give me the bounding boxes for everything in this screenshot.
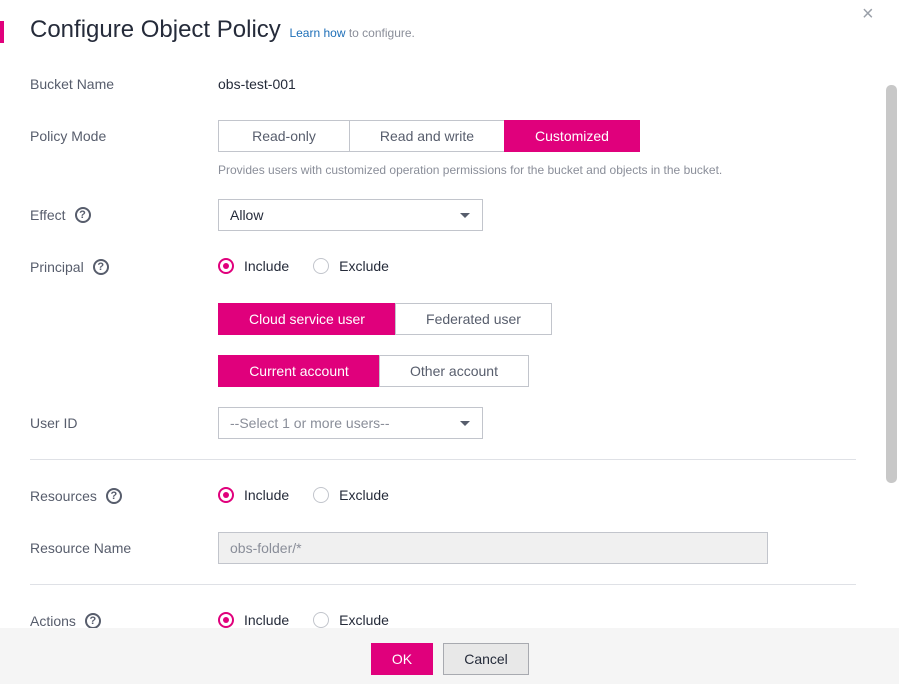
learn-how-link[interactable]: Learn how [289, 26, 345, 40]
resources-include-radio[interactable]: Include [218, 487, 289, 503]
help-circle-icon[interactable]: ? [74, 207, 91, 223]
effect-label: Effect ? [30, 207, 91, 223]
close-icon[interactable]: × [862, 3, 874, 25]
radio-unchecked-icon [313, 487, 330, 503]
help-circle-icon[interactable]: ? [84, 613, 101, 629]
principal-label-text: Principal [30, 259, 84, 275]
actions-include-radio[interactable]: Include [218, 612, 289, 628]
help-circle-icon[interactable]: ? [92, 259, 109, 275]
dialog-title-row: Configure Object Policy Learn how to con… [30, 16, 415, 44]
current-account-option[interactable]: Current account [218, 355, 380, 387]
radio-unchecked-icon [313, 258, 330, 274]
effect-label-text: Effect [30, 207, 66, 223]
resources-exclude-label: Exclude [339, 487, 389, 503]
policy-mode-selector: Read-only Read and write Customized [218, 120, 640, 152]
policy-mode-read-write[interactable]: Read and write [349, 120, 505, 152]
resources-radio-group: Include Exclude [218, 487, 413, 503]
ok-button[interactable]: OK [371, 643, 433, 675]
title-accent-bar [0, 21, 4, 43]
cancel-button[interactable]: Cancel [443, 643, 529, 675]
principal-label: Principal ? [30, 259, 109, 275]
actions-exclude-label: Exclude [339, 612, 389, 628]
effect-select-value: Allow [230, 207, 264, 223]
effect-select[interactable]: Allow [218, 199, 483, 231]
radio-unchecked-icon [313, 612, 330, 628]
bucket-name-label: Bucket Name [30, 76, 115, 92]
principal-radio-group: Include Exclude [218, 258, 413, 274]
resources-exclude-radio[interactable]: Exclude [313, 487, 389, 503]
policy-mode-read-only[interactable]: Read-only [218, 120, 350, 152]
actions-label: Actions ? [30, 613, 101, 629]
chevron-down-icon [460, 213, 470, 218]
radio-checked-icon [218, 487, 234, 503]
principal-exclude-radio[interactable]: Exclude [313, 258, 389, 274]
resource-name-input: obs-folder/* [218, 532, 768, 564]
chevron-down-icon [460, 421, 470, 426]
page-title: Configure Object Policy [30, 16, 281, 43]
resource-name-label: Resource Name [30, 540, 132, 556]
section-divider [30, 459, 856, 460]
user-id-select[interactable]: --Select 1 or more users-- [218, 407, 483, 439]
resources-label: Resources ? [30, 488, 122, 504]
scrollbar-thumb[interactable] [886, 85, 897, 483]
policy-mode-hint: Provides users with customized operation… [218, 163, 723, 177]
principal-include-radio[interactable]: Include [218, 258, 289, 274]
policy-mode-label: Policy Mode [30, 128, 107, 144]
user-id-label: User ID [30, 415, 78, 431]
resources-include-label: Include [244, 487, 290, 503]
federated-user-option[interactable]: Federated user [395, 303, 552, 335]
help-circle-icon[interactable]: ? [105, 488, 122, 504]
other-account-option[interactable]: Other account [379, 355, 529, 387]
user-type-selector: Cloud service user Federated user [218, 303, 552, 335]
cloud-service-user-option[interactable]: Cloud service user [218, 303, 396, 335]
learn-how-suffix: to configure. [345, 26, 415, 40]
actions-label-text: Actions [30, 613, 76, 629]
account-selector: Current account Other account [218, 355, 529, 387]
radio-checked-icon [218, 258, 234, 274]
section-divider [30, 584, 856, 585]
principal-include-label: Include [244, 258, 290, 274]
policy-mode-customized[interactable]: Customized [504, 120, 640, 152]
actions-include-label: Include [244, 612, 290, 628]
radio-checked-icon [218, 612, 234, 628]
actions-radio-group: Include Exclude [218, 612, 413, 628]
actions-exclude-radio[interactable]: Exclude [313, 612, 389, 628]
principal-exclude-label: Exclude [339, 258, 389, 274]
user-id-placeholder: --Select 1 or more users-- [230, 415, 390, 431]
resources-label-text: Resources [30, 488, 97, 504]
bucket-name-value: obs-test-001 [218, 76, 296, 92]
